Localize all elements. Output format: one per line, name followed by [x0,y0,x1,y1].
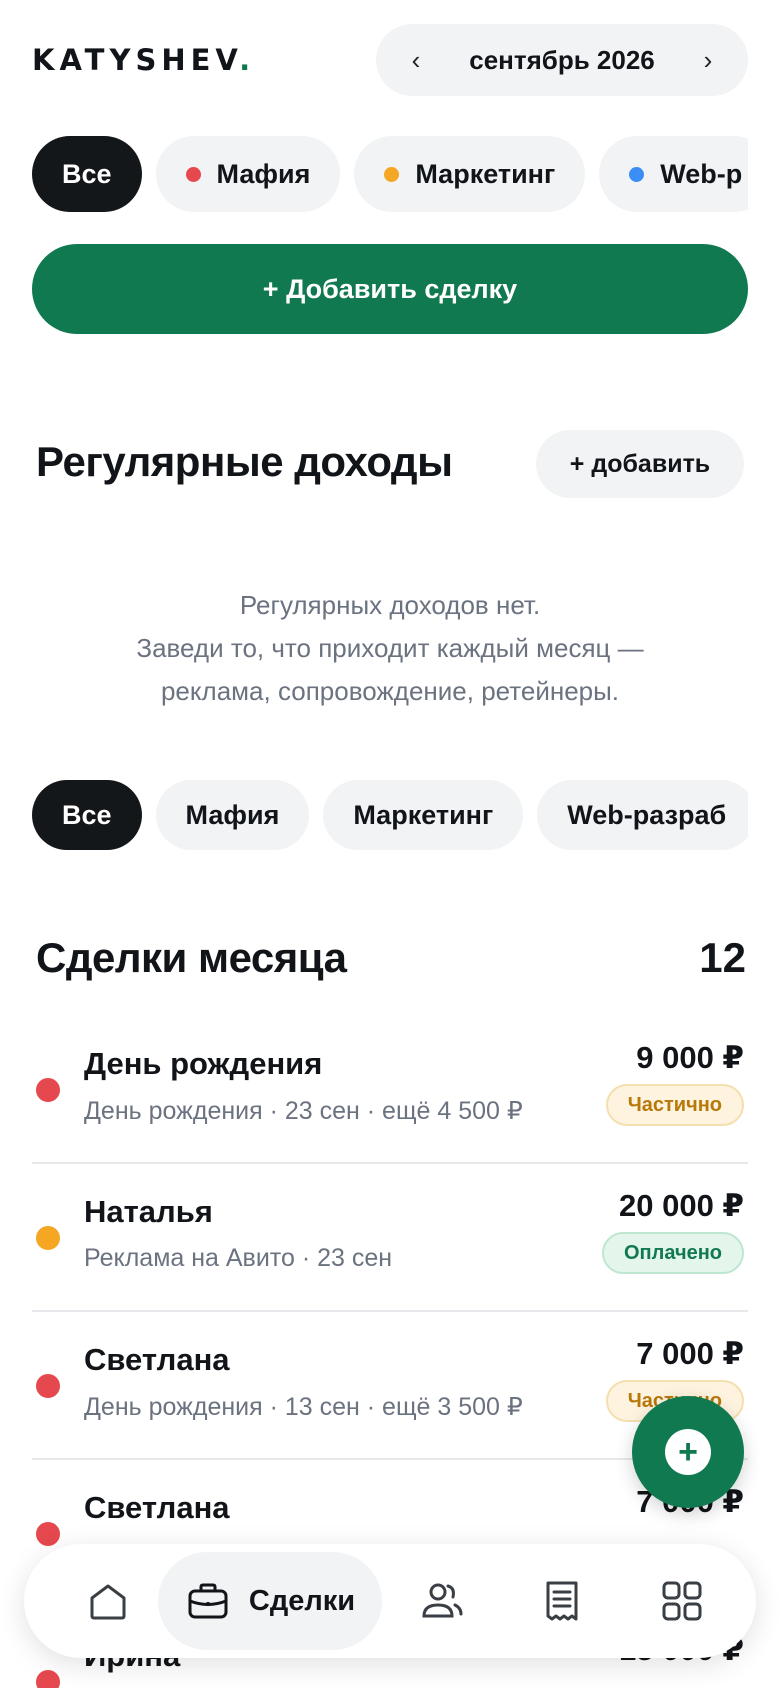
prev-month-button[interactable]: ‹ [404,45,428,76]
category-dot [185,166,201,182]
category-dot [629,166,645,182]
month-switcher: ‹ сентябрь 2026 › [376,24,748,96]
tab-home[interactable] [54,1544,162,1658]
status-badge: Частично [605,1084,744,1126]
next-month-button[interactable]: › [696,45,720,76]
users-icon [422,1583,463,1618]
empty-line: реклама, сопровождение, ретейнеры. [160,676,620,706]
add-recurring-button[interactable]: + добавить [536,430,744,498]
chip-label: Web-р [660,158,743,189]
tab-label: Сделки [248,1584,356,1617]
deal-amount: 20 000 ₽ [619,1188,744,1223]
category-dot [36,1226,60,1250]
tab-more[interactable] [622,1544,742,1658]
category-dot [384,166,400,182]
deals-count: 12 [699,934,746,981]
deal-row[interactable]: Наталья Реклама на Авито · 23 сен 20 000… [32,1164,748,1312]
tab-clients[interactable] [382,1544,502,1658]
chip-marketing[interactable]: Маркетинг [323,780,524,850]
deals-title: Сделки месяца [36,934,347,981]
chip-all[interactable]: Все [32,780,142,850]
deal-name: День рождения [84,1046,323,1081]
briefcase-icon [188,1583,228,1619]
deal-name: Светлана [84,1490,230,1525]
chip-marketing[interactable]: Маркетинг [354,136,586,212]
tab-reports[interactable] [502,1544,622,1658]
deal-subtitle: Реклама на Авито · 23 сен [84,1244,393,1272]
chip-label: Web-разраб [567,799,727,830]
recurring-income-title: Регулярные доходы [36,438,453,485]
add-fab-button[interactable]: + [632,1396,744,1508]
category-filter-top: Все Мафия Маркетинг Web-р [32,136,748,212]
deal-subtitle: День рождения · 23 сен · ещё 4 500 ₽ [84,1097,523,1125]
deal-name: Наталья [84,1194,213,1229]
chip-mafia[interactable]: Мафия [155,136,341,212]
plus-icon: + [665,1429,711,1475]
chip-label: Все [62,158,112,189]
month-label: сентябрь 2026 [469,44,655,75]
chip-all[interactable]: Все [32,136,142,212]
chip-label: Маркетинг [353,799,494,830]
chip-label: Мафия [185,799,280,830]
deal-amount: 7 000 ₽ [636,1336,744,1371]
recurring-empty-state: Регулярных доходов нет. Заведи то, что п… [32,584,748,713]
deal-amount: 9 000 ₽ [636,1040,744,1075]
deal-name: Светлана [84,1342,230,1377]
category-filter-deals: Все Мафия Маркетинг Web-разраб [32,780,748,850]
category-dot [36,1078,60,1102]
chip-web[interactable]: Web-разраб [537,780,748,850]
header: KATYSHEV. ‹ сентябрь 2026 › [32,24,748,96]
logo-dot: . [239,43,256,77]
logo-text: KATYSHEV [32,43,240,77]
chip-label: Мафия [216,158,311,189]
category-dot [36,1670,60,1688]
empty-line: Заведи то, что приходит каждый месяц — [136,633,644,663]
category-dot [36,1522,60,1546]
deal-subtitle: День рождения · 13 сен · ещё 3 500 ₽ [84,1393,523,1421]
home-icon [90,1584,126,1620]
chip-label: Маркетинг [415,158,556,189]
tab-deals[interactable]: Сделки [158,1552,382,1650]
category-dot [36,1374,60,1398]
bottom-tab-bar: Сделки [24,1544,756,1658]
chip-label: Все [62,799,112,830]
add-deal-button[interactable]: + Добавить сделку [32,244,748,334]
status-badge: Оплачено [602,1232,744,1274]
logo: KATYSHEV. [32,43,255,77]
receipt-icon [546,1581,578,1621]
deal-row[interactable]: День рождения День рождения · 23 сен · е… [32,1016,748,1164]
grid-icon [662,1581,702,1621]
empty-line: Регулярных доходов нет. [239,590,541,620]
chip-mafia[interactable]: Мафия [155,780,310,850]
chip-web[interactable]: Web-р [599,136,748,212]
